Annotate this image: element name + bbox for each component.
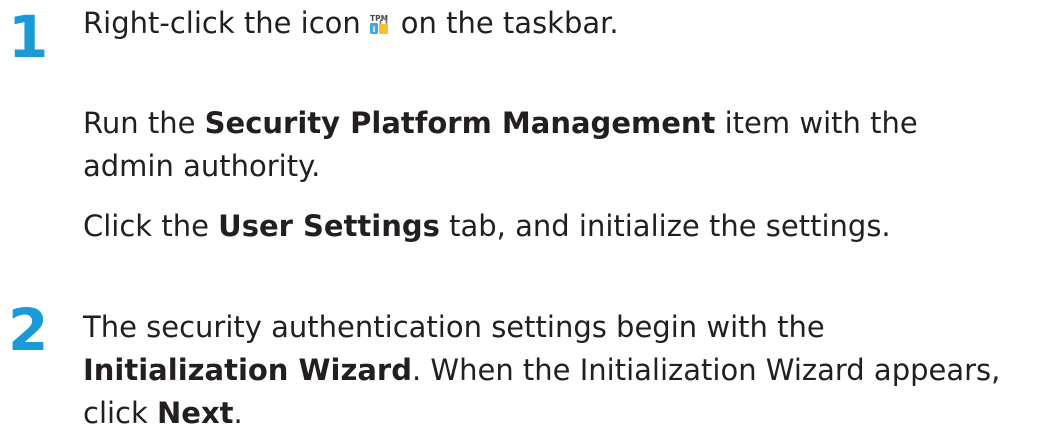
step-number: 1 [8,3,49,71]
instruction-paragraph: The security authentication settings beg… [83,306,1000,435]
instruction-text: item with the [715,106,918,140]
instruction-paragraph: Click the User Settings tab, and initial… [83,205,891,248]
instruction-text: admin authority. [83,149,321,183]
instruction-text: Right-click the icon [83,6,361,40]
instruction-text: . When the Initialization Wizard appears… [411,353,1001,387]
instruction-text: on the taskbar. [400,6,619,40]
instruction-text: Run the [83,106,205,140]
instruction-text: tab, and initialize the settings. [439,209,891,243]
instruction-paragraph: Right-click the icon TPM i on the taskba… [83,2,619,45]
tab-name: User Settings [218,209,440,243]
svg-text:i: i [372,25,375,34]
instruction-text: Click the [83,209,219,243]
menu-item-name: Security Platform Management [204,106,716,140]
wizard-name: Initialization Wizard [83,353,412,387]
instruction-paragraph: Run the Security Platform Management ite… [83,102,918,188]
button-name: Next [157,396,234,430]
instruction-text: click [83,396,158,430]
step-number: 2 [8,296,49,364]
instruction-text: The security authentication settings beg… [83,310,825,344]
instruction-text: . [233,396,243,430]
tpm-tray-icon: TPM i [370,14,388,34]
